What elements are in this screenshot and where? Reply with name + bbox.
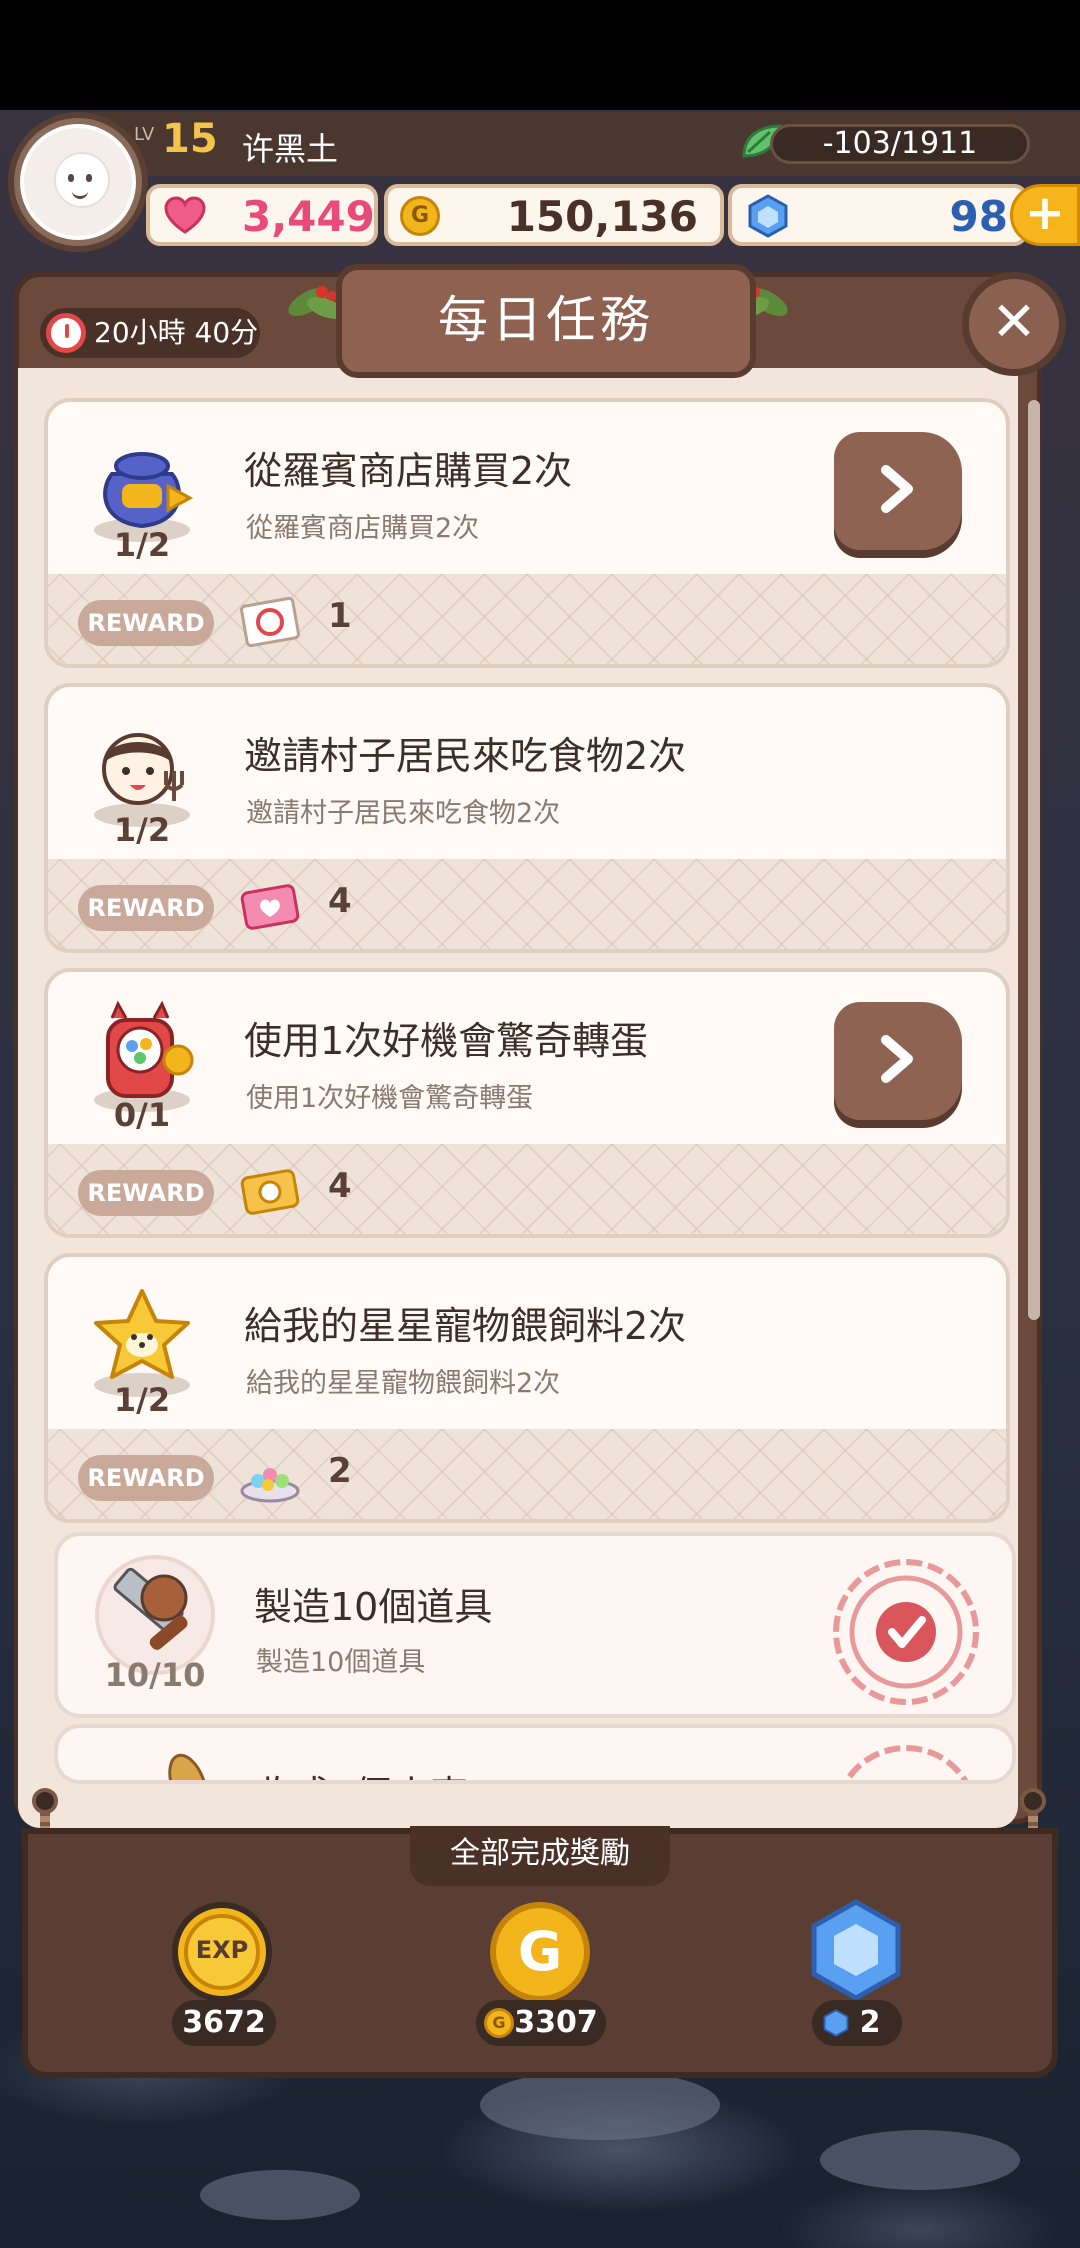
task-progress: 1/2 <box>113 811 171 849</box>
gem-reward-icon <box>811 1899 901 2001</box>
scrollbar[interactable] <box>1028 400 1040 1320</box>
level-label: LV <box>134 124 155 145</box>
completed-check-icon <box>843 1745 969 1780</box>
task-title: 製造10個道具 <box>254 1585 493 1629</box>
task-progress: 1/2 <box>113 1381 171 1419</box>
task-card[interactable]: 0/1 使用1次好機會驚奇轉蛋 使用1次好機會驚奇轉蛋 REWARD 4 <box>44 968 1010 1238</box>
completed-check-icon <box>833 1559 979 1705</box>
task-subtitle: 給我的星星寵物餵飼料2次 <box>246 1368 561 1399</box>
reset-timer: 20小時 40分 <box>40 308 260 358</box>
hearts-value: 3,449 <box>242 192 375 241</box>
pet-food-icon <box>240 1468 300 1503</box>
gem-reward-value: 2 <box>859 2005 881 2040</box>
coin-icon: G <box>400 196 440 236</box>
chevron-right-icon <box>881 465 913 513</box>
task-subtitle: 邀請村子居民來吃食物2次 <box>246 798 561 829</box>
gem-reward-pill: 2 <box>812 2000 902 2046</box>
gems-counter[interactable]: 98 <box>728 184 1028 246</box>
gem-icon <box>748 194 788 238</box>
task-title: 給我的星星寵物餵飼料2次 <box>244 1304 687 1348</box>
coin-reward-icon: G <box>490 1902 590 2002</box>
coins-counter[interactable]: G 150,136 <box>384 184 724 246</box>
completion-reward-title: 全部完成獎勵 <box>410 1826 670 1886</box>
task-title: 邀請村子居民來吃食物2次 <box>244 734 687 778</box>
coin-reward-value: 3307 <box>514 2005 598 2040</box>
task-title: 收成5個小麥 <box>254 1764 468 1780</box>
reward-label: REWARD <box>78 1455 214 1501</box>
go-button[interactable] <box>834 1002 962 1120</box>
task-subtitle: 使用1次好機會驚奇轉蛋 <box>246 1083 534 1114</box>
gem-icon <box>823 2009 849 2037</box>
go-button[interactable] <box>834 432 962 550</box>
chevron-right-icon <box>881 1035 913 1083</box>
level-number: 15 <box>162 116 218 162</box>
task-progress: 10/10 <box>104 1656 206 1694</box>
reward-quantity: 2 <box>328 1451 352 1491</box>
reward-quantity: 4 <box>328 1166 352 1206</box>
task-card[interactable]: 1/2 邀請村子居民來吃食物2次 邀請村子居民來吃食物2次 REWARD 4 <box>44 683 1010 953</box>
add-currency-button[interactable]: + <box>1010 184 1080 246</box>
close-button[interactable]: ✕ <box>962 272 1066 376</box>
task-subtitle: 從羅賓商店購買2次 <box>246 513 480 544</box>
completed-task-card: 收成5個小麥 <box>54 1724 1016 1784</box>
reward-quantity: 1 <box>328 596 352 636</box>
coins-value: 150,136 <box>506 192 698 241</box>
reward-label: REWARD <box>78 600 214 646</box>
task-progress: 1/2 <box>113 526 171 564</box>
completed-task-card: 10/10 製造10個道具 製造10個道具 <box>54 1532 1016 1718</box>
exp-value: 3672 <box>172 2000 276 2046</box>
wheat-icon <box>168 1753 208 1780</box>
reward-label: REWARD <box>78 885 214 931</box>
task-card[interactable]: 1/2 給我的星星寵物餵飼料2次 給我的星星寵物餵飼料2次 REWARD 2 <box>44 1253 1010 1523</box>
timer-text: 20小時 40分 <box>94 316 259 349</box>
task-progress: 0/1 <box>113 1096 171 1134</box>
gems-value: 98 <box>949 192 1008 241</box>
heart-icon <box>164 196 206 234</box>
exp-label: EXP <box>195 1936 249 1964</box>
ticket-icon <box>240 596 300 648</box>
task-title: 使用1次好機會驚奇轉蛋 <box>244 1019 649 1063</box>
reward-label: REWARD <box>78 1170 214 1216</box>
coin-ticket-icon <box>240 1169 300 1215</box>
panel-title: 每日任務 <box>336 264 756 378</box>
peg-right <box>1020 1788 1046 1814</box>
task-card[interactable]: 1/2 從羅賓商店購買2次 從羅賓商店購買2次 REWARD 1 <box>44 398 1010 668</box>
status-bar <box>0 0 1080 110</box>
task-title: 從羅賓商店購買2次 <box>244 449 573 493</box>
coin-icon: G <box>484 2008 514 2038</box>
avatar[interactable] <box>20 124 136 240</box>
coin-reward-pill: G 3307 <box>476 2000 606 2046</box>
peg-left <box>32 1788 58 1814</box>
task-subtitle: 製造10個道具 <box>256 1647 426 1678</box>
exp-reward: EXP <box>172 1902 272 2002</box>
player-name: 许黑土 <box>242 130 339 168</box>
energy-counter[interactable]: -103/1911 <box>770 124 1030 164</box>
heart-ticket-icon <box>240 884 300 930</box>
alarm-clock-icon <box>46 313 86 353</box>
reward-quantity: 4 <box>328 881 352 921</box>
hearts-counter[interactable]: 3,449 <box>146 184 378 246</box>
